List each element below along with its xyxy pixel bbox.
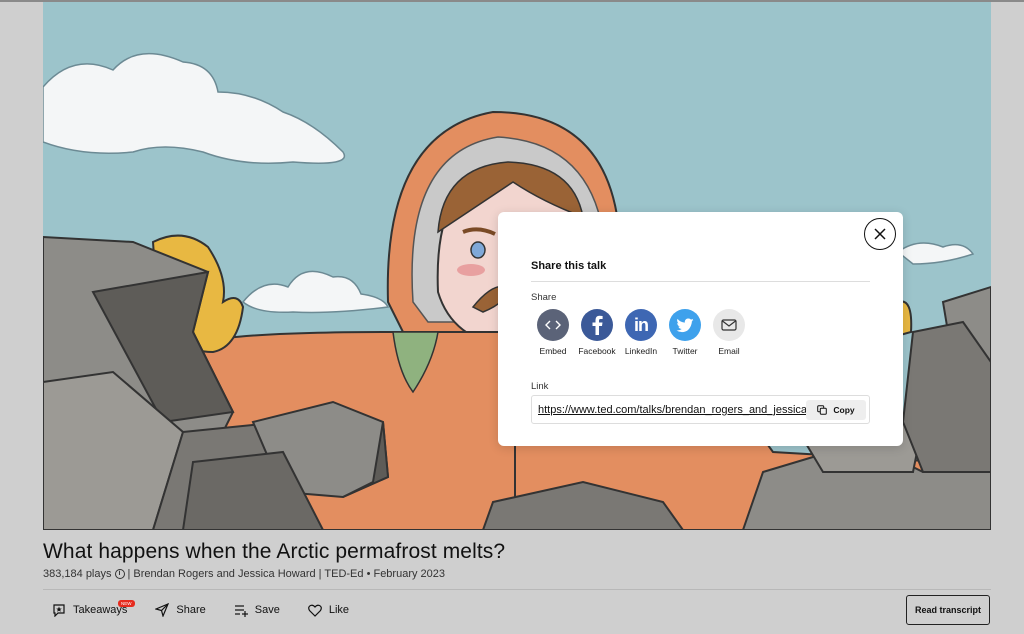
copy-link-button[interactable]: Copy xyxy=(806,400,866,420)
add-to-list-icon xyxy=(234,605,248,617)
twitter-icon xyxy=(669,309,701,341)
share-option-label: Facebook xyxy=(578,346,616,356)
send-icon xyxy=(155,603,170,617)
modal-title: Share this talk xyxy=(531,260,607,272)
share-options: Embed Facebook in LinkedIn Twitter Email xyxy=(531,309,751,356)
share-option-label: Embed xyxy=(539,346,567,356)
share-twitter-button[interactable]: Twitter xyxy=(663,309,707,356)
modal-divider xyxy=(531,281,870,282)
facebook-icon xyxy=(581,309,613,341)
share-embed-button[interactable]: Embed xyxy=(531,309,575,356)
close-icon xyxy=(874,228,886,240)
read-transcript-button[interactable]: Read transcript xyxy=(906,595,990,625)
share-section-label: Share xyxy=(531,292,557,303)
link-section-label: Link xyxy=(531,381,549,392)
linkedin-icon: in xyxy=(625,309,657,341)
save-button[interactable]: Save xyxy=(234,603,280,617)
play-count: 383,184 plays xyxy=(43,568,112,580)
talk-title: What happens when the Arctic permafrost … xyxy=(43,540,506,563)
talk-byline: | Brendan Rogers and Jessica Howard | TE… xyxy=(127,568,446,580)
share-facebook-button[interactable]: Facebook xyxy=(575,309,619,356)
embed-icon xyxy=(537,309,569,341)
talk-meta: 383,184 plays i | Brendan Rogers and Jes… xyxy=(43,568,445,580)
talk-actions-bar: Takeaways NEW Share Save Like xyxy=(52,598,377,622)
share-option-label: Twitter xyxy=(672,346,698,356)
new-badge: NEW xyxy=(118,600,135,607)
share-link-field[interactable]: https://www.ted.com/talks/brendan_rogers… xyxy=(531,395,870,424)
info-icon[interactable]: i xyxy=(114,569,125,579)
close-button[interactable] xyxy=(864,218,896,250)
share-button[interactable]: Share xyxy=(155,603,206,617)
copy-label: Copy xyxy=(833,405,855,415)
heart-icon xyxy=(307,604,322,617)
share-option-label: Email xyxy=(718,346,740,356)
like-label: Like xyxy=(328,604,350,616)
share-email-button[interactable]: Email xyxy=(707,309,751,356)
like-button[interactable]: Like xyxy=(307,604,350,617)
takeaways-icon xyxy=(53,604,65,617)
share-option-label: LinkedIn xyxy=(624,346,658,356)
share-link-url[interactable]: https://www.ted.com/talks/brendan_rogers… xyxy=(538,404,806,416)
share-label: Share xyxy=(176,604,206,616)
email-icon xyxy=(713,309,745,341)
takeaways-button[interactable]: Takeaways NEW xyxy=(52,600,135,617)
share-linkedin-button[interactable]: in LinkedIn xyxy=(619,309,663,356)
copy-icon xyxy=(817,405,828,415)
save-label: Save xyxy=(254,604,280,616)
share-modal: Share this talk Share Embed Facebook in … xyxy=(498,212,903,446)
actions-divider xyxy=(43,589,991,590)
